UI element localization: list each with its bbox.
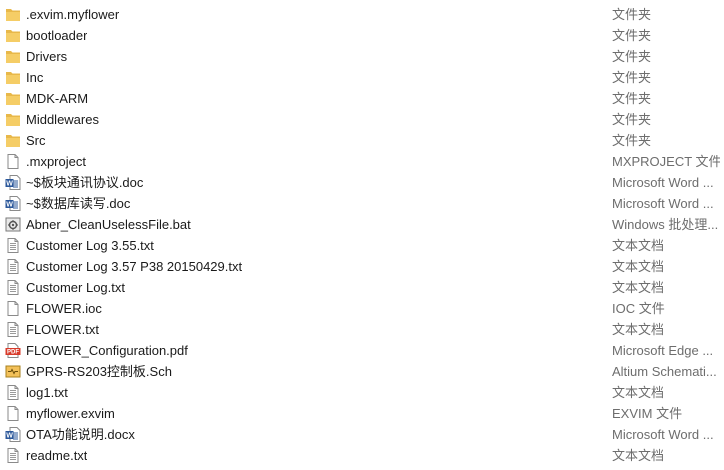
file-row[interactable]: FLOWER.txt 文本文档 <box>0 319 724 340</box>
file-row[interactable]: Drivers 文件夹 <box>0 46 724 67</box>
file-type: EXVIM 文件 <box>612 406 683 421</box>
file-name: Abner_CleanUselessFile.bat <box>26 217 191 232</box>
file-name: FLOWER.ioc <box>26 301 102 316</box>
svg-text:W: W <box>6 181 13 188</box>
folder-icon <box>5 90 21 107</box>
file-name: Inc <box>26 70 44 85</box>
blank-file-icon <box>5 300 21 317</box>
file-row[interactable]: W ~$数据库读写.doc Microsoft Word ... <box>0 193 724 214</box>
text-file-icon <box>5 384 21 401</box>
file-type: 文件夹 <box>612 49 652 64</box>
file-name: .mxproject <box>26 154 86 169</box>
file-type: 文件夹 <box>612 91 652 106</box>
file-name: Drivers <box>26 49 68 64</box>
file-row[interactable]: W ~$板块通讯协议.doc Microsoft Word ... <box>0 172 724 193</box>
word-doc-icon: W <box>5 195 21 212</box>
file-row[interactable]: log1.txt 文本文档 <box>0 382 724 403</box>
file-type: 文本文档 <box>612 385 665 400</box>
file-name: Customer Log 3.57 P38 20150429.txt <box>26 259 243 274</box>
file-name: myflower.exvim <box>26 406 115 421</box>
file-type: 文本文档 <box>612 259 665 274</box>
file-type: Microsoft Word ... <box>612 427 714 442</box>
file-row[interactable]: bootloader 文件夹 <box>0 25 724 46</box>
schematic-file-icon <box>5 363 21 380</box>
file-row[interactable]: Customer Log 3.57 P38 20150429.txt 文本文档 <box>0 256 724 277</box>
file-row[interactable]: myflower.exvim EXVIM 文件 <box>0 403 724 424</box>
folder-icon <box>5 48 21 65</box>
file-name: bootloader <box>26 28 88 43</box>
file-type: MXPROJECT 文件 <box>612 154 720 169</box>
file-type: 文件夹 <box>612 7 652 22</box>
text-file-icon <box>5 237 21 254</box>
text-file-icon <box>5 321 21 338</box>
file-row[interactable]: .exvim.myflower 文件夹 <box>0 4 724 25</box>
text-file-icon <box>5 279 21 296</box>
file-name: FLOWER_Configuration.pdf <box>26 343 188 358</box>
file-type: 文本文档 <box>612 280 665 295</box>
file-type: 文本文档 <box>612 238 665 253</box>
file-name: Customer Log.txt <box>26 280 125 295</box>
file-row[interactable]: MDK-ARM 文件夹 <box>0 88 724 109</box>
file-row[interactable]: Inc 文件夹 <box>0 67 724 88</box>
file-list: .exvim.myflower 文件夹 bootloader 文件夹 Drivers 文件… <box>0 4 724 466</box>
file-type: IOC 文件 <box>612 301 665 316</box>
word-doc-icon: W <box>5 426 21 443</box>
file-row[interactable]: FLOWER.ioc IOC 文件 <box>0 298 724 319</box>
file-row[interactable]: Abner_CleanUselessFile.bat Windows 批处理... <box>0 214 724 235</box>
file-type: 文件夹 <box>612 70 652 85</box>
folder-icon <box>5 111 21 128</box>
file-name: .exvim.myflower <box>26 7 120 22</box>
file-name: ~$数据库读写.doc <box>26 196 131 211</box>
folder-icon <box>5 132 21 149</box>
file-type: Windows 批处理... <box>612 217 719 232</box>
file-name: Src <box>26 133 46 148</box>
folder-icon <box>5 6 21 23</box>
text-file-icon <box>5 447 21 464</box>
blank-file-icon <box>5 405 21 422</box>
file-name: Middlewares <box>26 112 99 127</box>
svg-text:W: W <box>6 202 13 209</box>
file-name: GPRS-RS203控制板.Sch <box>26 364 172 379</box>
file-name: MDK-ARM <box>26 91 89 106</box>
file-name: Customer Log 3.55.txt <box>26 238 154 253</box>
word-doc-icon: W <box>5 174 21 191</box>
file-row[interactable]: Middlewares 文件夹 <box>0 109 724 130</box>
file-type: Microsoft Word ... <box>612 175 714 190</box>
pdf-file-icon: PDF <box>5 342 21 359</box>
file-name: log1.txt <box>26 385 68 400</box>
file-row[interactable]: W OTA功能说明.docx Microsoft Word ... <box>0 424 724 445</box>
file-row[interactable]: PDF FLOWER_Configuration.pdf Microsoft Edg… <box>0 340 724 361</box>
file-name: ~$板块通讯协议.doc <box>26 175 144 190</box>
file-type: Altium Schemati... <box>612 364 717 379</box>
folder-icon <box>5 69 21 86</box>
file-row[interactable]: GPRS-RS203控制板.Sch Altium Schemati... <box>0 361 724 382</box>
svg-text:PDF: PDF <box>7 350 19 356</box>
blank-file-icon <box>5 153 21 170</box>
file-row[interactable]: Customer Log 3.55.txt 文本文档 <box>0 235 724 256</box>
file-row[interactable]: readme.txt 文本文档 <box>0 445 724 466</box>
file-name: readme.txt <box>26 448 88 463</box>
file-type: 文件夹 <box>612 28 652 43</box>
file-name: FLOWER.txt <box>26 322 99 337</box>
file-type: 文本文档 <box>612 448 665 463</box>
file-type: Microsoft Word ... <box>612 196 714 211</box>
svg-text:W: W <box>6 433 13 440</box>
batch-file-icon <box>5 216 21 233</box>
folder-icon <box>5 27 21 44</box>
file-type: Microsoft Edge ... <box>612 343 714 358</box>
file-name: OTA功能说明.docx <box>26 427 135 442</box>
file-row[interactable]: .mxproject MXPROJECT 文件 <box>0 151 724 172</box>
file-type: 文本文档 <box>612 322 665 337</box>
file-type: 文件夹 <box>612 133 652 148</box>
text-file-icon <box>5 258 21 275</box>
file-row[interactable]: Customer Log.txt 文本文档 <box>0 277 724 298</box>
file-row[interactable]: Src 文件夹 <box>0 130 724 151</box>
file-type: 文件夹 <box>612 112 652 127</box>
